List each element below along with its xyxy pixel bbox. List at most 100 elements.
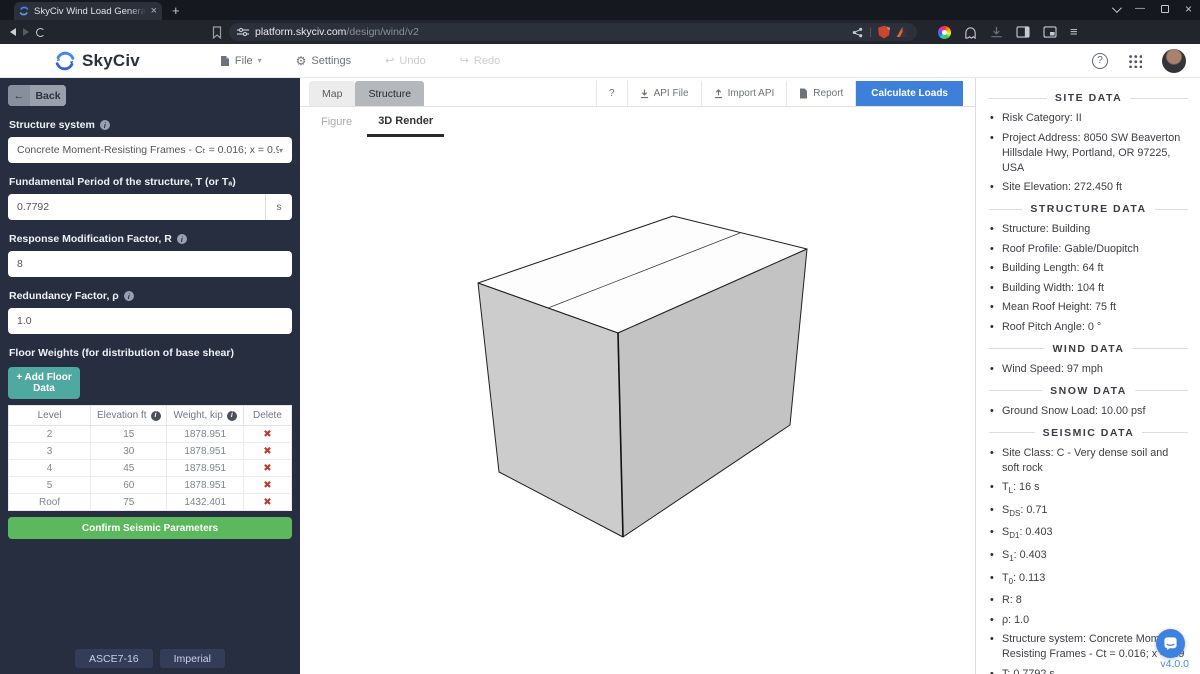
help-icon[interactable]: ?: [1092, 53, 1108, 69]
data-item: Mean Roof Height: 75 ft: [989, 300, 1188, 315]
floor-cell-elevation[interactable]: 30: [91, 443, 167, 460]
confirm-seismic-button[interactable]: Confirm Seismic Parameters: [8, 517, 292, 539]
floor-cell-weight[interactable]: 1432.401: [167, 494, 243, 511]
chevron-down-icon: ▾: [279, 146, 283, 155]
fundamental-period-input[interactable]: [8, 194, 265, 220]
response-mod-input[interactable]: [8, 251, 292, 277]
canvas-toolbar: Map Structure ? API File Import API: [300, 81, 975, 107]
floor-cell-level[interactable]: 5: [9, 477, 91, 494]
data-item: Risk Category: II: [989, 111, 1188, 126]
downloads-icon[interactable]: [990, 26, 1003, 39]
floor-cell-elevation[interactable]: 75: [91, 494, 167, 511]
tab-close-icon[interactable]: ×: [151, 6, 157, 16]
floor-table-header-row: Level Elevation fti Weight, kipi Delete: [9, 406, 292, 426]
bookmark-icon[interactable]: [212, 26, 222, 39]
window-close-icon[interactable]: ×: [1185, 3, 1192, 15]
floor-cell-level[interactable]: 4: [9, 460, 91, 477]
floor-cell-level[interactable]: 3: [9, 443, 91, 460]
skyciv-logo[interactable]: SkyCiv: [54, 50, 140, 72]
header-right: ?: [1092, 49, 1186, 73]
address-bar[interactable]: platform.skyciv.com/design/wind/v2 |: [229, 23, 917, 41]
info-icon[interactable]: i: [151, 411, 161, 421]
section-header: WIND DATA: [989, 343, 1188, 355]
floor-cell-weight[interactable]: 1878.951: [167, 443, 243, 460]
floor-cell-elevation[interactable]: 60: [91, 477, 167, 494]
window-menu-chevron-icon[interactable]: [1112, 3, 1122, 13]
ghost-extension-icon[interactable]: [964, 26, 977, 39]
section-list: Ground Snow Load: 10.00 psf: [989, 404, 1188, 419]
info-icon[interactable]: i: [227, 411, 237, 421]
new-tab-button[interactable]: +: [172, 4, 180, 18]
browser-menu-icon[interactable]: ≡: [1070, 26, 1078, 38]
units-button[interactable]: Imperial: [160, 649, 225, 668]
picture-in-picture-icon[interactable]: [1043, 26, 1057, 38]
floor-cell-elevation[interactable]: 15: [91, 426, 167, 443]
download-icon: [640, 89, 649, 99]
info-icon[interactable]: i: [124, 291, 134, 301]
floor-cell-weight[interactable]: 1878.951: [167, 477, 243, 494]
section-header: STRUCTURE DATA: [989, 203, 1188, 215]
calculate-loads-button[interactable]: Calculate Loads: [856, 81, 963, 106]
floor-cell-level[interactable]: Roof: [9, 494, 91, 511]
floor-cell-delete: ✖: [243, 426, 291, 443]
browser-action-icons: ≡: [938, 26, 1078, 39]
redundancy-input[interactable]: [8, 308, 292, 334]
tab-title: SkyCiv Wind Load Generator: [34, 6, 146, 17]
color-wheel-icon[interactable]: [938, 26, 951, 39]
delete-row-icon[interactable]: ✖: [263, 463, 271, 474]
browser-tab[interactable]: SkyCiv Wind Load Generator ×: [14, 2, 162, 20]
browser-forward-icon[interactable]: [23, 28, 29, 36]
floor-cell-delete: ✖: [243, 494, 291, 511]
sidebar-panel-icon[interactable]: [1016, 26, 1030, 38]
url-text[interactable]: platform.skyciv.com/design/wind/v2: [255, 26, 846, 38]
adblock-extension-icon[interactable]: [896, 26, 909, 38]
data-item: Ground Snow Load: 10.00 psf: [989, 404, 1188, 419]
col-weight: Weight, kipi: [167, 406, 243, 426]
undo-button[interactable]: ↩ Undo: [385, 54, 426, 67]
settings-menu[interactable]: ⚙ Settings: [296, 54, 352, 68]
site-settings-icon[interactable]: [237, 27, 249, 37]
share-icon[interactable]: [852, 27, 863, 38]
data-item: Structure: Building: [989, 222, 1188, 237]
chat-bubble-button[interactable]: [1156, 629, 1185, 658]
section-header: SITE DATA: [989, 92, 1188, 104]
tab-3d-render[interactable]: 3D Render: [367, 107, 444, 137]
fundamental-period-field: s: [8, 194, 292, 220]
delete-row-icon[interactable]: ✖: [263, 446, 271, 457]
report-button[interactable]: Report: [787, 81, 856, 106]
privacy-extension-icon[interactable]: [878, 26, 890, 39]
info-icon[interactable]: i: [100, 120, 110, 130]
info-icon[interactable]: i: [177, 234, 187, 244]
apps-grid-icon[interactable]: [1128, 54, 1142, 68]
floor-cell-weight[interactable]: 1878.951: [167, 460, 243, 477]
delete-row-icon[interactable]: ✖: [263, 497, 271, 508]
delete-row-icon[interactable]: ✖: [263, 429, 271, 440]
browser-back-icon[interactable]: [10, 28, 16, 36]
back-button[interactable]: ← Back: [8, 85, 66, 106]
structure-system-select[interactable]: Concrete Moment-Resisting Frames - Cₜ = …: [8, 137, 292, 163]
window-minimize-icon[interactable]: —: [1135, 3, 1145, 15]
delete-row-icon[interactable]: ✖: [263, 480, 271, 491]
floor-cell-elevation[interactable]: 45: [91, 460, 167, 477]
tab-map[interactable]: Map: [309, 81, 355, 106]
redo-icon: ↪: [460, 54, 469, 67]
user-avatar[interactable]: [1162, 49, 1186, 73]
redundancy-field: [8, 308, 292, 334]
file-menu[interactable]: File ▾: [220, 55, 262, 67]
browser-reload-icon[interactable]: [36, 28, 45, 37]
toolbar-help-button[interactable]: ?: [597, 81, 628, 106]
render-area[interactable]: [300, 137, 975, 674]
window-restore-icon[interactable]: [1161, 5, 1169, 13]
tab-structure[interactable]: Structure: [355, 81, 424, 106]
import-api-button[interactable]: Import API: [702, 81, 788, 106]
api-file-button[interactable]: API File: [628, 81, 702, 106]
redo-button[interactable]: ↪ Redo: [460, 54, 501, 67]
code-standard-button[interactable]: ASCE7-16: [75, 649, 153, 668]
tab-figure[interactable]: Figure: [310, 107, 363, 137]
add-floor-data-button[interactable]: + Add Floor Data: [8, 367, 80, 399]
toolbar-buttons: ? API File Import API Report Calculate L…: [596, 81, 975, 106]
app-header: SkyCiv File ▾ ⚙ Settings ↩ Undo ↪ Redo: [0, 44, 1200, 78]
window-controls: — ×: [1112, 3, 1192, 15]
floor-cell-weight[interactable]: 1878.951: [167, 426, 243, 443]
floor-cell-level[interactable]: 2: [9, 426, 91, 443]
